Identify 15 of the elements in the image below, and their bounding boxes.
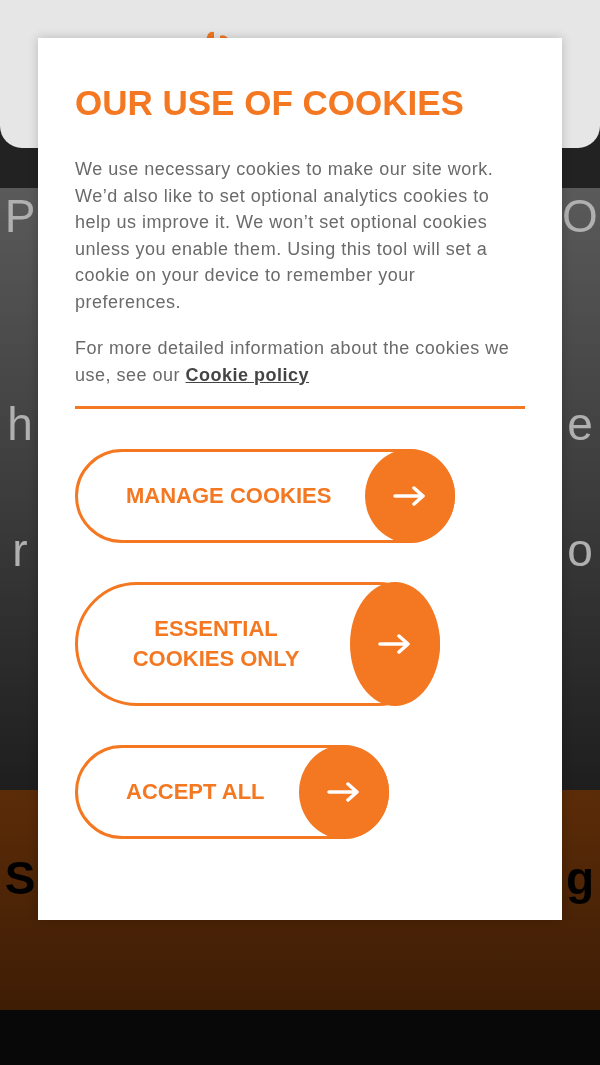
cookie-button[interactable]: ESSENTIAL COOKIES ONLY xyxy=(75,582,440,706)
cookie-button[interactable]: ACCEPT ALL xyxy=(75,745,389,839)
background-text: r xyxy=(11,523,29,578)
background-text: g xyxy=(564,851,596,906)
background-text: S xyxy=(3,851,37,906)
background-text: e xyxy=(566,397,594,452)
paragraph: For more detailed information about the cookies we use, see our Cookie policy xyxy=(75,337,511,387)
dialog-title: OUR USE OF COOKIES xyxy=(75,82,465,124)
background-text: h xyxy=(6,397,34,452)
background-text: o xyxy=(566,523,594,578)
cookie-policy-link[interactable]: Cookie policy xyxy=(185,364,310,385)
cookie-button[interactable]: MANAGE COOKIES xyxy=(75,449,456,543)
background-text: O xyxy=(562,189,598,244)
paragraph: We use necessary cookies to make our site work. We’d also like to set optional analytics cookies to help us improve it. We won’t set optional cookies unless you enable them. Using this tool will set a cookie on your device to remember your preferences. xyxy=(75,158,495,314)
background-text: P xyxy=(3,189,37,244)
